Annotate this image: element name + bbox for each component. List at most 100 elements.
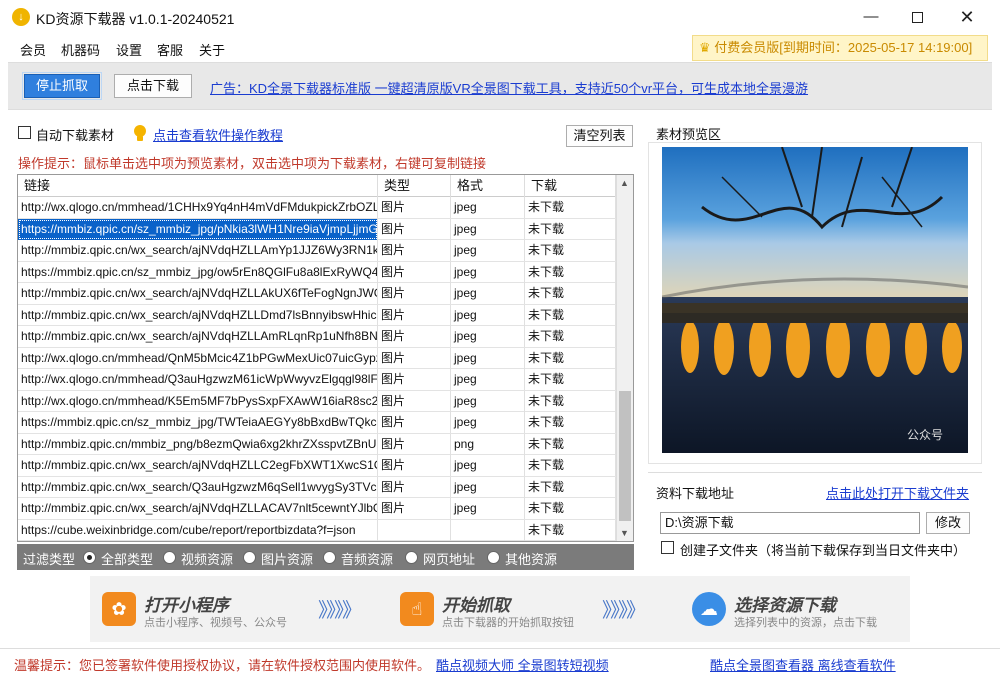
filter-radio[interactable] [163,551,176,564]
cell-link: http://mmbiz.qpic.cn/wx_search/ajNVdqHZL… [18,283,378,304]
filter-radio[interactable] [243,551,256,564]
cell-type: 图片 [378,498,451,519]
preview-label: 素材预览区 [656,127,722,142]
cell-format: jpeg [451,261,525,283]
table-row[interactable]: http://wx.qlogo.cn/mmhead/K5Em5MF7bPysSx… [18,390,616,412]
step-subtitle: 点击下载器的开始抓取按钮 [442,617,574,629]
video-master-link[interactable]: 酷点视频大师 全景图转短视频 [436,655,609,674]
minimize-icon[interactable]: — [846,0,896,34]
menu-service[interactable]: 客服 [157,40,183,59]
table-row[interactable]: http://mmbiz.qpic.cn/wx_search/ajNVdqHZL… [18,326,616,348]
table-row[interactable]: https://mmbiz.qpic.cn/sz_mmbiz_jpg/pNkia… [18,218,616,240]
ad-link[interactable]: 广告：KD全景下载器标准版 一键超清原版VR全景图下载工具，支持近50个vr平台… [210,78,808,97]
cell-status: 未下载 [525,347,616,369]
filter-option-label[interactable]: 视频资源 [181,549,233,568]
cell-status: 未下载 [525,240,616,261]
table-row[interactable]: https://mmbiz.qpic.cn/sz_mmbiz_jpg/TWTei… [18,412,616,434]
cell-type: 图片 [378,283,451,304]
table-row[interactable]: http://mmbiz.qpic.cn/wx_search/ajNVdqHZL… [18,283,616,305]
open-folder-link[interactable]: 点击此处打开下载文件夹 [826,483,969,502]
cell-status: 未下载 [525,519,616,541]
scroll-up-icon[interactable]: ▲ [620,178,629,188]
subfolder-checkbox[interactable] [661,541,674,554]
cell-type [378,519,451,541]
table-row[interactable]: http://mmbiz.qpic.cn/wx_search/ajNVdqHZL… [18,240,616,262]
filter-option-label[interactable]: 音频资源 [341,549,393,568]
menu-about[interactable]: 关于 [199,40,225,59]
window-title: KD资源下载器 v1.0.1-20240521 [36,11,235,27]
crown-icon: ♛ [699,40,715,55]
cell-link: http://mmbiz.qpic.cn/wx_search/ajNVdqHZL… [18,326,378,347]
download-path-input[interactable]: D:\资源下载 [660,512,920,534]
menu-member[interactable]: 会员 [20,40,46,59]
step-subtitle: 选择列表中的资源，点击下载 [734,617,877,629]
table-row[interactable]: http://mmbiz.qpic.cn/wx_search/Q3auHgzwz… [18,476,616,498]
table-row[interactable]: http://mmbiz.qpic.cn/wx_search/ajNVdqHZL… [18,304,616,326]
filter-option-label[interactable]: 网页地址 [423,549,475,568]
filter-radio[interactable] [487,551,500,564]
table-row[interactable]: http://mmbiz.qpic.cn/wx_search/ajNVdqHZL… [18,455,616,477]
cloud-download-icon: ☁ [692,592,726,626]
table-body: http://wx.qlogo.cn/mmhead/1CHHx9Yq4nH4mV… [18,197,616,541]
operation-hint: 操作提示：鼠标单击选中项为预览素材，双击选中项为下载素材，右键可复制链接 [18,156,487,171]
cell-status: 未下载 [525,498,616,519]
filter-radio[interactable] [83,551,96,564]
clear-list-button[interactable]: 清空列表 [566,125,633,147]
download-coin-icon: ↓ [12,8,30,26]
cell-type: 图片 [378,304,451,326]
lightbulb-icon [134,125,146,141]
menu-machine-code[interactable]: 机器码 [61,40,100,59]
scroll-down-icon[interactable]: ▼ [620,528,629,538]
cell-link: http://mmbiz.qpic.cn/wx_search/ajNVdqHZL… [18,498,378,519]
cell-format: jpeg [451,240,525,261]
col-header-link[interactable]: 链接 [18,175,378,197]
maximize-icon[interactable] [892,0,942,34]
col-header-download[interactable]: 下载 [525,175,616,197]
table-row[interactable]: https://mmbiz.qpic.cn/sz_mmbiz_jpg/ow5rE… [18,261,616,283]
filter-option-label[interactable]: 图片资源 [261,549,313,568]
cell-status: 未下载 [525,261,616,283]
close-icon[interactable]: ✕ [942,0,992,34]
table-row[interactable]: http://wx.qlogo.cn/mmhead/Q3auHgzwzM61ic… [18,369,616,391]
table-row[interactable]: http://mmbiz.qpic.cn/mmbiz_png/b8ezmQwia… [18,433,616,455]
filter-option-label[interactable]: 全部类型 [101,549,153,568]
cell-status: 未下载 [525,412,616,433]
auto-download-label: 自动下载素材 [36,128,115,143]
auto-download-checkbox[interactable] [18,126,31,139]
table-scrollbar[interactable]: ▲ ▼ [616,175,633,541]
subfolder-label: 创建子文件夹（将当前下载保存到当日文件夹中） [680,543,967,558]
menu-settings[interactable]: 设置 [116,40,142,59]
cell-type: 图片 [378,218,451,240]
filter-radio[interactable] [405,551,418,564]
table-row[interactable]: http://mmbiz.qpic.cn/wx_search/ajNVdqHZL… [18,498,616,520]
cell-type: 图片 [378,197,451,218]
stop-capture-button[interactable]: 停止抓取 [22,72,102,100]
tutorial-link[interactable]: 点击查看软件操作教程 [153,125,283,144]
filter-radio[interactable] [323,551,336,564]
filter-option-label[interactable]: 其他资源 [505,549,557,568]
cell-format: jpeg [451,498,525,519]
cell-status: 未下载 [525,476,616,498]
col-header-type[interactable]: 类型 [378,175,451,197]
hand-pointer-icon: ☝ [400,592,434,626]
miniprogram-icon: ✿ [102,592,136,626]
cell-format: jpeg [451,283,525,304]
cell-type: 图片 [378,326,451,347]
table-row[interactable]: https://cube.weixinbridge.com/cube/repor… [18,519,616,541]
scrollbar-thumb[interactable] [619,391,631,521]
cell-link: http://mmbiz.qpic.cn/wx_search/Q3auHgzwz… [18,476,378,498]
col-header-format[interactable]: 格式 [451,175,525,197]
cell-type: 图片 [378,261,451,283]
table-row[interactable]: http://wx.qlogo.cn/mmhead/QnM5bMcic4Z1bP… [18,347,616,369]
download-button[interactable]: 点击下载 [114,74,192,98]
modify-path-button[interactable]: 修改 [926,512,970,534]
cell-link: https://mmbiz.qpic.cn/sz_mmbiz_jpg/pNkia… [18,218,378,240]
panorama-viewer-link[interactable]: 酷点全景图查看器 离线查看软件 [710,655,896,674]
cell-format [451,519,525,541]
step-title: 打开小程序 [144,596,229,615]
table-row[interactable]: http://wx.qlogo.cn/mmhead/1CHHx9Yq4nH4mV… [18,197,616,219]
cell-format: jpeg [451,455,525,476]
cell-status: 未下载 [525,218,616,240]
cell-type: 图片 [378,369,451,390]
cell-status: 未下载 [525,326,616,347]
